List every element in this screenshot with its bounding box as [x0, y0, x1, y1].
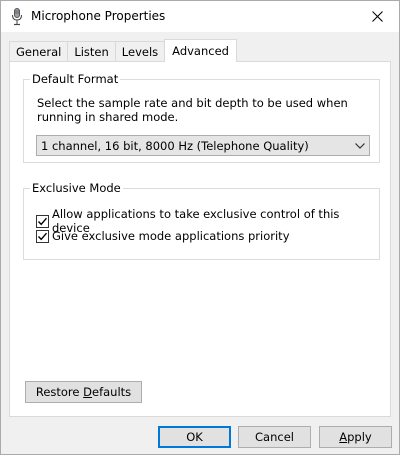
cancel-button[interactable]: Cancel [238, 426, 311, 448]
format-dropdown-value: 1 channel, 16 bit, 8000 Hz (Telephone Qu… [41, 138, 309, 153]
restore-label-part: Restore [35, 385, 84, 399]
exclusive-priority-label: Give exclusive mode applications priorit… [52, 229, 290, 243]
title-bar[interactable]: Microphone Properties [1, 1, 399, 32]
tab-advanced[interactable]: Advanced [164, 39, 237, 62]
apply-accelerator: A [339, 430, 348, 444]
close-button[interactable] [355, 1, 399, 32]
exclusive-priority-checkbox[interactable] [36, 229, 49, 243]
dialog-window: Microphone Properties General Listen Lev… [0, 0, 400, 455]
default-format-group: Default Format Select the sample rate an… [23, 72, 380, 163]
restore-accelerator: D [83, 385, 92, 399]
exclusive-priority-option[interactable]: Give exclusive mode applications priorit… [36, 229, 290, 243]
microphone-icon [11, 8, 23, 26]
advanced-panel: Default Format Select the sample rate an… [9, 61, 391, 417]
exclusive-mode-group: Exclusive Mode Allow applications to tak… [23, 181, 380, 260]
default-format-description: Select the sample rate and bit depth to … [37, 96, 348, 124]
restore-label-rest: efaults [92, 385, 132, 399]
checkmark-icon [37, 232, 48, 240]
tab-levels[interactable]: Levels [114, 41, 166, 62]
tab-listen[interactable]: Listen [67, 41, 116, 62]
chevron-down-icon [351, 136, 369, 155]
ok-button[interactable]: OK [158, 426, 231, 448]
restore-defaults-label: Restore Defaults [36, 385, 131, 399]
restore-defaults-button[interactable]: Restore Defaults [25, 381, 142, 403]
allow-exclusive-control-checkbox[interactable] [36, 214, 49, 228]
default-format-legend: Default Format [30, 72, 121, 86]
apply-label-rest: pply [347, 430, 372, 444]
close-icon [371, 11, 383, 22]
format-dropdown[interactable]: 1 channel, 16 bit, 8000 Hz (Telephone Qu… [36, 135, 370, 156]
tab-strip: General Listen Levels Advanced [9, 39, 237, 62]
apply-label: Apply [339, 430, 371, 444]
exclusive-mode-legend: Exclusive Mode [30, 181, 123, 195]
window-title: Microphone Properties [31, 9, 166, 23]
apply-button[interactable]: Apply [319, 426, 392, 448]
checkmark-icon [37, 217, 48, 225]
tab-general[interactable]: General [9, 41, 69, 62]
